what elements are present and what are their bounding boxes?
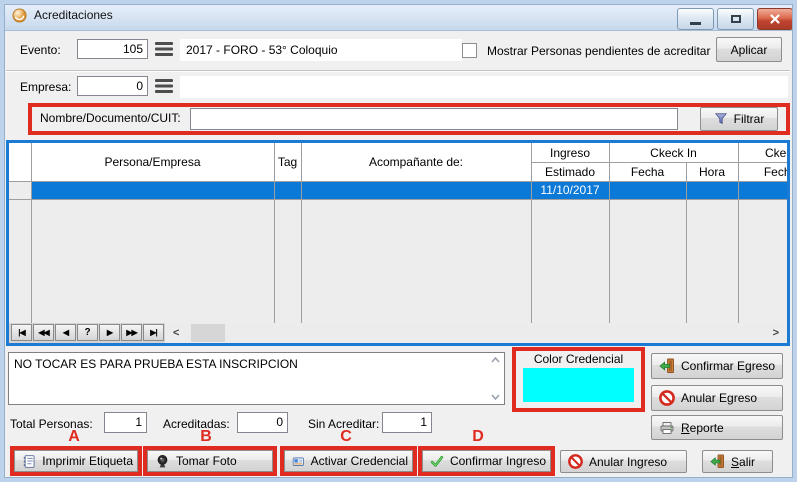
annotation-letter-a: A bbox=[64, 428, 84, 446]
nav-prior-page-button[interactable]: ◀◀ bbox=[33, 324, 54, 341]
check-icon bbox=[430, 454, 444, 469]
nav-next-page-button[interactable]: ▶▶ bbox=[121, 324, 142, 341]
confirmar-ingreso-button[interactable]: Confirmar Ingreso bbox=[422, 450, 551, 472]
grid-line bbox=[609, 143, 610, 323]
results-grid[interactable]: Persona/Empresa Tag Acompañante de: Ingr… bbox=[6, 140, 790, 346]
no-sign-icon bbox=[568, 454, 583, 469]
empresa-lookup-button[interactable] bbox=[155, 79, 173, 93]
sin-acreditar-value: 1 bbox=[382, 412, 432, 433]
minimize-button[interactable] bbox=[677, 8, 714, 30]
door-exit-icon bbox=[710, 454, 725, 469]
column-header-estimado: Estimado bbox=[531, 162, 609, 181]
grid-line bbox=[301, 143, 302, 323]
salir-button[interactable]: Salir bbox=[702, 450, 773, 473]
column-header-checkin-fecha: Fecha bbox=[609, 162, 686, 181]
door-exit-icon bbox=[659, 358, 675, 374]
grid-line bbox=[9, 181, 787, 182]
anular-egreso-button[interactable]: Anular Egreso bbox=[651, 385, 783, 411]
imprimir-etiqueta-button[interactable]: Imprimir Etiqueta bbox=[14, 450, 138, 472]
close-icon bbox=[769, 13, 781, 25]
notes-text: NO TOCAR ES PARA PRUEBA ESTA INSCRIPCION bbox=[14, 357, 484, 371]
activar-credencial-button[interactable]: Activar Credencial bbox=[284, 450, 413, 472]
annotation-box-c: Activar Credencial bbox=[280, 446, 417, 476]
evento-lookup-button[interactable] bbox=[155, 42, 173, 56]
pending-checkbox-label: Mostrar Personas pendientes de acreditar bbox=[487, 44, 710, 58]
close-button[interactable] bbox=[757, 8, 793, 30]
printer-icon bbox=[659, 420, 675, 436]
evento-name-field: 2017 - FORO - 53° Coloquio bbox=[180, 39, 462, 61]
scroll-left-icon[interactable]: < bbox=[173, 326, 179, 340]
grid-line bbox=[274, 143, 275, 323]
annotation-box-d: Confirmar Ingreso bbox=[418, 446, 555, 476]
nav-first-button[interactable]: |◀ bbox=[11, 324, 32, 341]
grid-hscrollbar[interactable]: < > bbox=[165, 323, 787, 343]
column-header-acompanante: Acompañante de: bbox=[301, 143, 531, 181]
credencial-annotation-box: Color Credencial bbox=[512, 347, 645, 412]
search-input[interactable] bbox=[190, 108, 678, 130]
evento-id-input[interactable] bbox=[77, 39, 148, 59]
credencial-label: Color Credencial bbox=[516, 352, 641, 366]
total-personas-value: 1 bbox=[104, 412, 147, 433]
annotation-letter-c: C bbox=[336, 428, 356, 446]
scroll-up-icon[interactable] bbox=[491, 357, 500, 363]
nav-next-button[interactable]: ▶ bbox=[99, 324, 120, 341]
hscrollbar-thumb[interactable] bbox=[191, 324, 225, 342]
app-icon bbox=[12, 8, 27, 23]
confirmar-egreso-button[interactable]: Confirmar Egreso bbox=[651, 353, 783, 379]
filter-icon bbox=[714, 112, 728, 126]
acreditadas-value: 0 bbox=[237, 412, 288, 433]
grid-line bbox=[686, 162, 687, 323]
nav-help-button[interactable]: ? bbox=[77, 324, 98, 341]
anular-ingreso-button[interactable]: Anular Ingreso bbox=[560, 450, 687, 473]
column-header-persona: Persona/Empresa bbox=[31, 143, 274, 181]
column-header-checkin-hora: Hora bbox=[686, 162, 738, 181]
webcam-icon bbox=[155, 454, 170, 469]
no-sign-icon bbox=[659, 390, 675, 406]
empresa-name-field bbox=[180, 76, 788, 98]
grid-line bbox=[531, 143, 532, 323]
menu-icon bbox=[155, 79, 173, 93]
window-title: Acreditaciones bbox=[34, 8, 113, 22]
notes-memo[interactable]: NO TOCAR ES PARA PRUEBA ESTA INSCRIPCION bbox=[8, 352, 505, 405]
tomar-foto-button[interactable]: Tomar Foto bbox=[147, 450, 273, 472]
scroll-down-icon[interactable] bbox=[491, 394, 500, 400]
selected-row[interactable] bbox=[31, 181, 787, 199]
menu-icon bbox=[155, 42, 173, 56]
reporte-button[interactable]: Reporte bbox=[651, 415, 783, 440]
filtrar-button[interactable]: Filtrar bbox=[700, 107, 778, 131]
search-label: Nombre/Documento/CUIT: bbox=[40, 111, 181, 125]
maximize-button[interactable] bbox=[717, 8, 754, 30]
nav-prior-button[interactable]: ◀ bbox=[55, 324, 76, 341]
grid-line bbox=[531, 162, 787, 163]
annotation-box-b: Tomar Foto bbox=[143, 446, 277, 476]
label-printer-icon bbox=[22, 454, 36, 469]
credencial-color-swatch bbox=[523, 368, 634, 402]
annotation-letter-d: D bbox=[468, 428, 488, 446]
grid-line bbox=[738, 143, 739, 323]
grid-line bbox=[31, 143, 32, 323]
column-group-checkout: Ckeck Out bbox=[738, 143, 790, 162]
id-card-icon bbox=[292, 454, 305, 469]
separator-line bbox=[6, 70, 790, 72]
aplicar-button[interactable]: Aplicar bbox=[716, 37, 782, 62]
empresa-label: Empresa: bbox=[20, 80, 71, 94]
titlebar: Acreditaciones bbox=[0, 0, 797, 31]
column-header-checkout-fecha: Fecha bbox=[738, 162, 790, 181]
selected-row-ingreso-estimado: 11/10/2017 bbox=[531, 181, 609, 199]
annotation-letter-b: B bbox=[196, 428, 216, 446]
column-group-checkin: Ckeck In bbox=[609, 143, 738, 162]
annotation-box-a: Imprimir Etiqueta bbox=[10, 446, 142, 476]
column-header-ingreso: Ingreso bbox=[531, 143, 609, 162]
grid-line bbox=[9, 199, 787, 200]
nav-last-button[interactable]: ▶| bbox=[143, 324, 164, 341]
minimize-icon bbox=[690, 22, 701, 25]
pending-checkbox[interactable] bbox=[462, 43, 477, 58]
empresa-id-input[interactable] bbox=[77, 76, 148, 96]
scroll-right-icon[interactable]: > bbox=[773, 326, 779, 340]
evento-label: Evento: bbox=[20, 43, 61, 57]
maximize-icon bbox=[731, 15, 741, 23]
column-header-tag: Tag bbox=[274, 143, 301, 181]
